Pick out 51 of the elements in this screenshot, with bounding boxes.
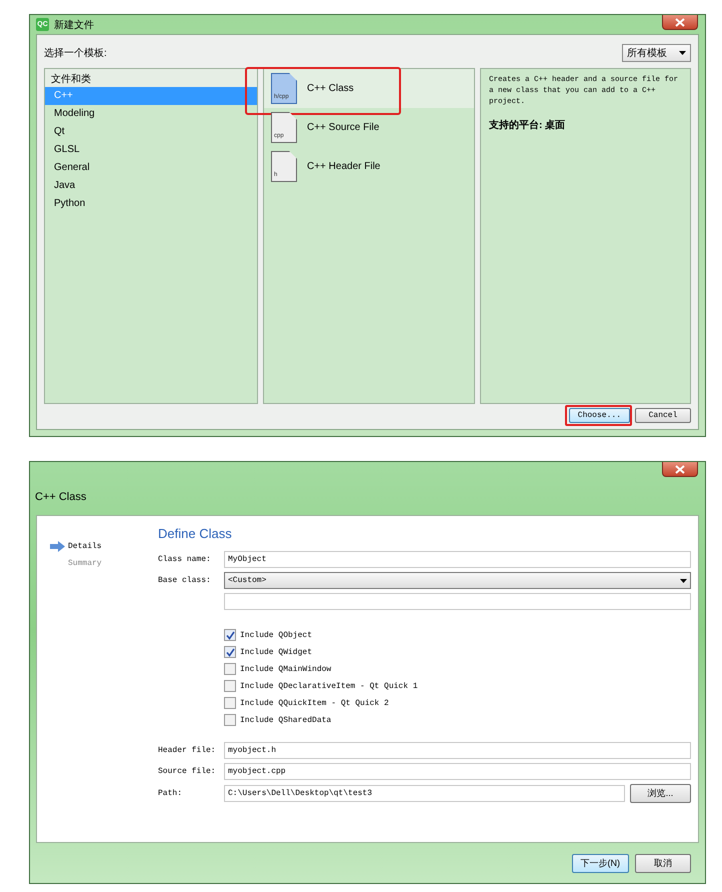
template-label: 选择一个模板:: [44, 46, 107, 60]
category-header: 文件和类: [45, 69, 257, 87]
checkbox-label: Include QMainWindow: [240, 664, 332, 674]
platform-value: 桌面: [545, 120, 566, 131]
category-item[interactable]: GLSL: [45, 141, 257, 159]
checkbox[interactable]: [224, 714, 236, 726]
window-title: C++ Class: [35, 491, 86, 503]
step-label: Details: [68, 542, 102, 551]
field-label: Header file:: [158, 746, 217, 755]
category-item[interactable]: Java: [45, 177, 257, 195]
category-item[interactable]: Modeling: [45, 105, 257, 123]
dropdown-arrow-icon: [679, 51, 686, 55]
checkbox[interactable]: [224, 663, 236, 675]
input-field[interactable]: C:\Users\Dell\Desktop\qt\test3: [224, 785, 625, 802]
browse-button[interactable]: 浏览...: [630, 784, 691, 803]
checkbox-label: Include QWidget: [240, 648, 312, 656]
close-icon: [675, 464, 685, 474]
filter-dropdown[interactable]: 所有模板: [622, 44, 691, 62]
input-field[interactable]: myobject.cpp: [224, 763, 691, 780]
input-field[interactable]: MyObject: [224, 551, 691, 568]
close-button[interactable]: [662, 462, 698, 477]
dialog-button[interactable]: 取消: [635, 854, 691, 872]
window-title: 新建文件: [54, 18, 94, 32]
category-item[interactable]: Python: [45, 195, 257, 213]
highlight-frame: [564, 405, 632, 426]
input-field[interactable]: myobject.h: [224, 742, 691, 759]
checkbox-label: Include QObject: [240, 630, 312, 640]
checkbox-label: Include QDeclarativeItem - Qt Quick 1: [240, 682, 418, 690]
field-label: Source file:: [158, 767, 217, 776]
step-label: Summary: [68, 559, 102, 568]
category-item[interactable]: Qt: [45, 123, 257, 141]
category-item[interactable]: General: [45, 159, 257, 177]
checkbox[interactable]: [224, 646, 236, 658]
field-label: Base class:: [158, 576, 212, 585]
dropdown-arrow-icon: [680, 578, 687, 582]
base-class-dropdown[interactable]: <Custom>: [224, 572, 691, 589]
checkbox[interactable]: [224, 680, 236, 692]
input-field[interactable]: [224, 593, 691, 610]
checkbox-label: Include QSharedData: [240, 716, 332, 724]
field-label: Path:: [158, 789, 184, 798]
dialog-button[interactable]: Cancel: [635, 408, 691, 423]
checkbox-label: Include QQuickItem - Qt Quick 2: [240, 698, 389, 708]
arrow-icon: [50, 541, 65, 552]
close-button[interactable]: [662, 15, 698, 30]
field-label: Class name:: [158, 555, 212, 564]
close-icon: [675, 18, 685, 26]
checkbox[interactable]: [224, 697, 236, 709]
page-heading: Define Class: [158, 526, 233, 541]
checkbox[interactable]: [224, 629, 236, 641]
dialog-button[interactable]: 下一步(N): [572, 854, 629, 872]
platform-label: 支持的平台:: [489, 120, 542, 131]
